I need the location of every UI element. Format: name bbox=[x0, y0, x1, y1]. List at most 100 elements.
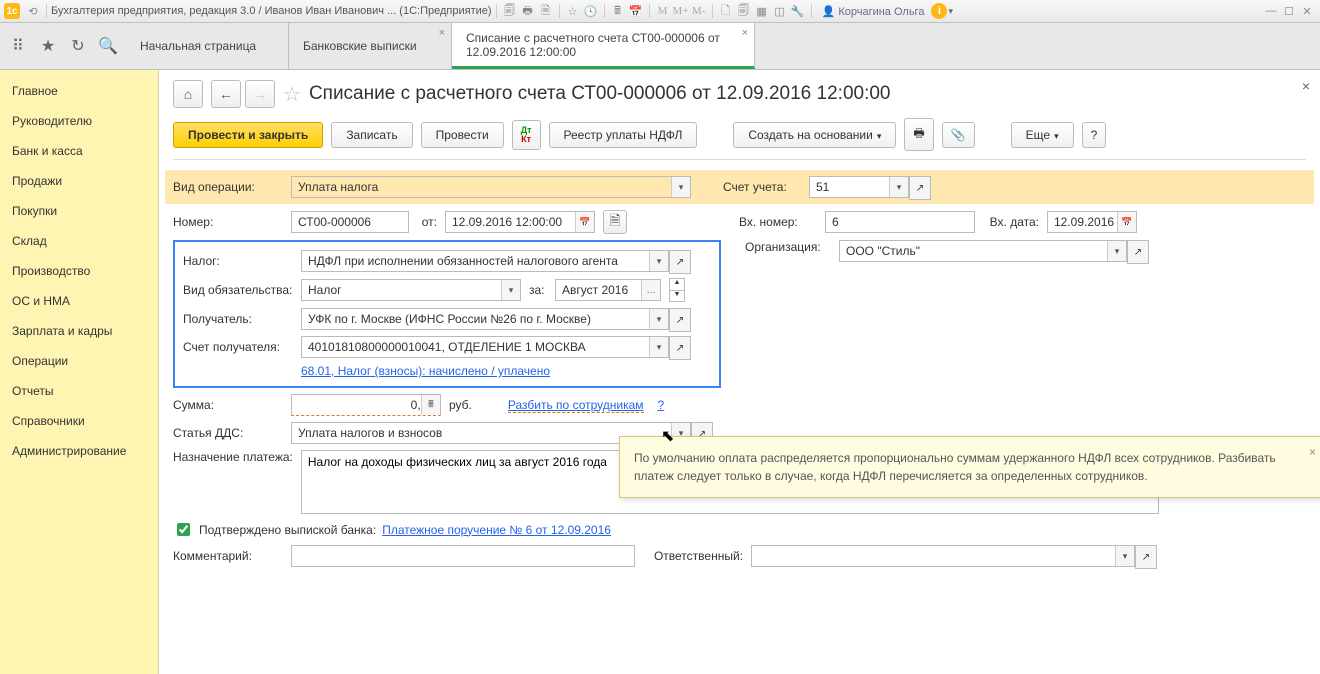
calendar-icon[interactable]: 📅 bbox=[628, 3, 644, 19]
open-icon[interactable]: ↗ bbox=[1135, 545, 1157, 569]
split-help-icon[interactable]: ? bbox=[658, 398, 665, 412]
date-input[interactable] bbox=[445, 211, 595, 233]
tab-close-icon[interactable]: × bbox=[742, 27, 748, 39]
sidebar-item-bank[interactable]: Банк и касса bbox=[0, 136, 158, 166]
open-icon[interactable]: ↗ bbox=[669, 308, 691, 332]
op-type-input[interactable] bbox=[291, 176, 691, 198]
number-input[interactable] bbox=[291, 211, 409, 233]
wrench-icon[interactable]: 🔧 bbox=[790, 3, 806, 19]
ellipsis-icon[interactable]: … bbox=[641, 280, 660, 300]
clock-icon[interactable]: 🕓 bbox=[583, 3, 599, 19]
sidebar-item-purchases[interactable]: Покупки bbox=[0, 196, 158, 226]
reg-link[interactable]: 68.01, Налог (взносы): начислено / уплач… bbox=[301, 364, 550, 378]
history-icon[interactable]: ↻ bbox=[68, 36, 88, 56]
tooltip-close-icon[interactable]: × bbox=[1309, 443, 1316, 461]
tax-input[interactable] bbox=[301, 250, 669, 272]
grid-icon[interactable]: ▦ bbox=[754, 3, 770, 19]
maximize-icon[interactable]: ☐ bbox=[1281, 3, 1297, 19]
back-icon[interactable]: ⟲ bbox=[25, 3, 41, 19]
create-based-button[interactable]: Создать на основании▾ bbox=[733, 122, 896, 148]
toolbar-icon[interactable]: 🗐 bbox=[502, 3, 518, 19]
copy-icon[interactable]: 🗐 bbox=[736, 3, 752, 19]
tab-document[interactable]: Списание с расчетного счета СТ00-000006 … bbox=[452, 23, 755, 69]
sidebar-item-assets[interactable]: ОС и НМА bbox=[0, 286, 158, 316]
tab-bank[interactable]: Банковские выписки× bbox=[289, 23, 452, 69]
sidebar-item-sales[interactable]: Продажи bbox=[0, 166, 158, 196]
sidebar: Главное Руководителю Банк и касса Продаж… bbox=[0, 70, 159, 674]
more-button[interactable]: Еще▾ bbox=[1011, 122, 1074, 148]
help-button[interactable]: ? bbox=[1082, 122, 1107, 148]
close-window-icon[interactable]: ✕ bbox=[1299, 3, 1315, 19]
open-icon[interactable]: ↗ bbox=[669, 336, 691, 360]
confirmed-checkbox[interactable] bbox=[177, 523, 190, 536]
dropdown-icon[interactable]: ▾ bbox=[1107, 241, 1126, 261]
tab-start[interactable]: Начальная страница bbox=[126, 23, 289, 69]
open-icon[interactable]: ↗ bbox=[1127, 240, 1149, 264]
split-link[interactable]: Разбить по сотрудникам bbox=[508, 398, 644, 413]
tab-close-icon[interactable]: × bbox=[439, 27, 445, 39]
post-button[interactable]: Провести bbox=[421, 122, 504, 148]
close-form-icon[interactable]: × bbox=[1302, 78, 1310, 94]
ndfl-registry-button[interactable]: Реестр уплаты НДФЛ bbox=[549, 122, 698, 148]
sidebar-item-production[interactable]: Производство bbox=[0, 256, 158, 286]
sidebar-item-manager[interactable]: Руководителю bbox=[0, 106, 158, 136]
attach-button[interactable]: 📎 bbox=[942, 122, 975, 148]
nav-fwd-button[interactable]: → bbox=[245, 80, 275, 108]
open-icon[interactable]: ↗ bbox=[909, 176, 931, 200]
comment-input[interactable] bbox=[291, 545, 635, 567]
new-icon[interactable]: 🗋 bbox=[718, 3, 734, 19]
doc-icon[interactable]: 🗎 bbox=[603, 210, 627, 234]
dropdown-icon[interactable]: ▾ bbox=[649, 309, 668, 329]
dropdown-icon[interactable]: ▾ bbox=[671, 177, 690, 197]
search-icon[interactable]: 🔍 bbox=[98, 36, 118, 56]
stepper-up-icon[interactable]: ▲ bbox=[670, 279, 684, 290]
favorites-icon[interactable]: ★ bbox=[38, 36, 58, 56]
sidebar-item-admin[interactable]: Администрирование bbox=[0, 436, 158, 466]
sidebar-item-stock[interactable]: Склад bbox=[0, 226, 158, 256]
recipient-input[interactable] bbox=[301, 308, 669, 330]
info-icon[interactable]: i bbox=[931, 3, 947, 19]
dropdown-icon[interactable]: ▾ bbox=[889, 177, 908, 197]
org-input[interactable] bbox=[839, 240, 1127, 262]
calc-icon[interactable]: 🖩 bbox=[421, 395, 440, 415]
dropdown-icon[interactable]: ▾ bbox=[501, 280, 520, 300]
print-icon[interactable]: 🖶 bbox=[520, 3, 536, 19]
star-icon[interactable]: ☆ bbox=[565, 3, 581, 19]
sidebar-item-reports[interactable]: Отчеты bbox=[0, 376, 158, 406]
current-user[interactable]: 👤 Корчагина Ольга bbox=[822, 5, 925, 18]
dropdown-icon[interactable]: ▾ bbox=[649, 251, 668, 271]
print-button[interactable]: 🖶 bbox=[904, 118, 933, 151]
ext-number-input[interactable] bbox=[825, 211, 975, 233]
home-button[interactable]: ⌂ bbox=[173, 80, 203, 108]
calc-icon[interactable]: 🖩 bbox=[610, 3, 626, 19]
window-icon[interactable]: ◫ bbox=[772, 3, 788, 19]
nav-back-button[interactable]: ← bbox=[211, 80, 241, 108]
dropdown-icon[interactable]: ▾ bbox=[649, 337, 668, 357]
stepper-down-icon[interactable]: ▼ bbox=[670, 290, 684, 302]
calendar-icon[interactable]: 📅 bbox=[575, 212, 594, 232]
m-icon[interactable]: M bbox=[655, 3, 671, 19]
window-titlebar: 1c ⟲ Бухгалтерия предприятия, редакция 3… bbox=[0, 0, 1320, 23]
sidebar-item-main[interactable]: Главное bbox=[0, 76, 158, 106]
from-label: от: bbox=[417, 215, 437, 229]
mplus-icon[interactable]: M+ bbox=[673, 3, 689, 19]
calendar-icon[interactable]: 📅 bbox=[1117, 212, 1136, 232]
sidebar-item-catalogs[interactable]: Справочники bbox=[0, 406, 158, 436]
sidebar-item-operations[interactable]: Операции bbox=[0, 346, 158, 376]
responsible-input[interactable] bbox=[751, 545, 1135, 567]
dtkt-button[interactable]: ДтКт bbox=[512, 120, 541, 150]
star-outline-icon[interactable]: ☆ bbox=[283, 82, 301, 107]
save-button[interactable]: Записать bbox=[331, 122, 412, 148]
oblig-input[interactable] bbox=[301, 279, 521, 301]
mminus-icon[interactable]: M- bbox=[691, 3, 707, 19]
open-icon[interactable]: ↗ bbox=[669, 250, 691, 274]
recip-acc-input[interactable] bbox=[301, 336, 669, 358]
dropdown-icon[interactable]: ▾ bbox=[1115, 546, 1134, 566]
sidebar-item-hr[interactable]: Зарплата и кадры bbox=[0, 316, 158, 346]
minimize-icon[interactable]: — bbox=[1263, 3, 1279, 19]
apps-icon[interactable]: ⠿ bbox=[8, 36, 28, 56]
payment-order-link[interactable]: Платежное поручение № 6 от 12.09.2016 bbox=[382, 523, 611, 537]
doc-icon[interactable]: 🗎 bbox=[538, 3, 554, 19]
post-close-button[interactable]: Провести и закрыть bbox=[173, 122, 323, 148]
sum-input[interactable] bbox=[291, 394, 441, 416]
